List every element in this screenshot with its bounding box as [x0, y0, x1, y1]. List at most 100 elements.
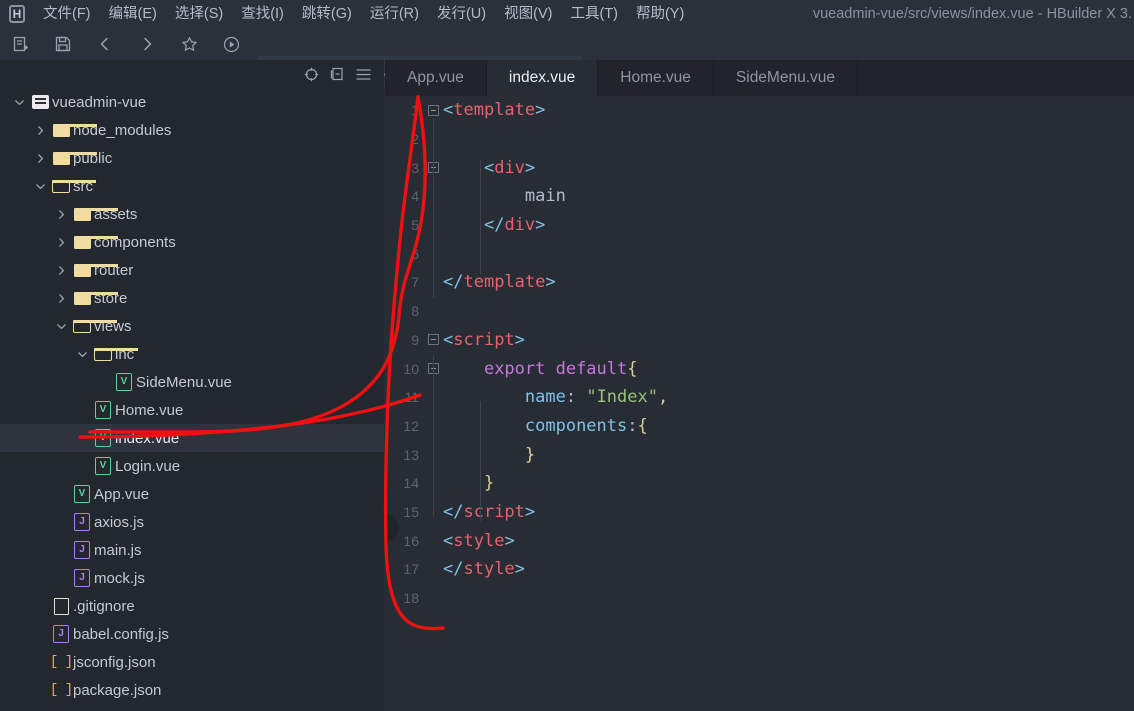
tree-item-main-js[interactable]: Jmain.js: [0, 536, 384, 564]
code-line: 11 name: "Index",: [385, 383, 1134, 412]
code-token: >: [504, 530, 515, 551]
tree-item-sidemenu-vue[interactable]: V SideMenu.vue: [0, 368, 384, 396]
code-editor[interactable]: 1 <template> 2 3 <div> 4 main 5 </div> 6 7 </tem…: [385, 96, 1134, 711]
back-button[interactable]: [84, 28, 126, 60]
tree-item-readme-md[interactable]: M↓README.md: [0, 704, 384, 711]
collapse-all-icon[interactable]: [326, 63, 348, 85]
app-logo: H: [0, 0, 34, 28]
chevron-right-icon[interactable]: [31, 153, 49, 164]
code-text: <template>: [443, 100, 545, 120]
chevron-right-icon[interactable]: [52, 265, 70, 276]
code-text: name: "Index",: [443, 387, 668, 407]
tree-item-vueadmin-vue[interactable]: vueadmin-vue: [0, 88, 384, 116]
chevron-down-icon[interactable]: [52, 321, 70, 332]
editor-tab-index-vue[interactable]: index.vue: [486, 60, 599, 96]
code-token: {: [637, 415, 648, 436]
chevron-right-icon[interactable]: [52, 293, 70, 304]
code-token: export default: [483, 358, 628, 379]
tree-item-app-vue[interactable]: V App.vue: [0, 480, 384, 508]
new-file-button[interactable]: [0, 28, 42, 60]
editor-tab-app-vue[interactable]: App.vue: [385, 60, 487, 96]
tree-item-assets[interactable]: assets: [0, 200, 384, 228]
code-line: 17 </style>: [385, 555, 1134, 584]
locate-target-icon[interactable]: [300, 63, 322, 85]
js-file-icon: J: [70, 569, 94, 587]
menu-publish[interactable]: 发行(U): [428, 0, 495, 28]
code-line: 10 export default{: [385, 354, 1134, 383]
tree-item-login-vue[interactable]: V Login.vue: [0, 452, 384, 480]
code-token: :: [627, 415, 638, 436]
chevron-down-icon[interactable]: [73, 349, 91, 360]
forward-button[interactable]: [126, 28, 168, 60]
menu-help[interactable]: 帮助(Y): [627, 0, 693, 28]
menu-find[interactable]: 查找(I): [232, 0, 293, 28]
menu-file[interactable]: 文件(F): [34, 0, 100, 28]
tree-item-views[interactable]: views: [0, 312, 384, 340]
tree-item-node-modules[interactable]: node_modules: [0, 116, 384, 144]
tree-item-label: Home.vue: [115, 401, 184, 419]
vue-file-icon: V: [91, 457, 115, 475]
tree-item-label: babel.config.js: [73, 625, 169, 643]
fold-toggle-icon[interactable]: [423, 104, 443, 116]
editor-tab-home-vue[interactable]: Home.vue: [598, 60, 714, 96]
menu-select[interactable]: 选择(S): [166, 0, 232, 28]
menu-bar: H 文件(F) 编辑(E) 选择(S) 查找(I) 跳转(G) 运行(R) 发行(U) 视图(…: [0, 0, 1134, 28]
code-token: main: [443, 186, 566, 207]
menu-view[interactable]: 视图(V): [495, 0, 561, 28]
vue-file-icon: V: [91, 429, 115, 447]
menu-tools[interactable]: 工具(T): [561, 0, 627, 28]
run-button[interactable]: [210, 28, 252, 60]
chevron-right-icon[interactable]: [52, 209, 70, 220]
favorite-button[interactable]: [168, 28, 210, 60]
code-token: ,: [657, 387, 669, 408]
code-text: <style>: [443, 531, 515, 551]
tree-item-jsconfig-json[interactable]: [ ] jsconfig.json: [0, 648, 384, 676]
code-token: <: [443, 329, 454, 350]
tree-item-router[interactable]: router: [0, 256, 384, 284]
tree-item-src[interactable]: src: [0, 172, 384, 200]
tree-item-public[interactable]: public: [0, 144, 384, 172]
explorer-header: [0, 60, 384, 88]
tree-item-package-json[interactable]: [ ] package.json: [0, 676, 384, 704]
tree-item-inc[interactable]: inc: [0, 340, 384, 368]
menu-icon[interactable]: [352, 63, 374, 85]
line-number: 4: [411, 188, 419, 205]
chevron-right-icon[interactable]: [52, 237, 70, 248]
line-number: 17: [403, 561, 419, 578]
tree-item-components[interactable]: components: [0, 228, 384, 256]
menu-goto[interactable]: 跳转(G): [293, 0, 361, 28]
tree-item-home-vue[interactable]: V Home.vue: [0, 396, 384, 424]
tree-item-mock-js[interactable]: Jmock.js: [0, 564, 384, 592]
tree-item-axios-js[interactable]: Jaxios.js: [0, 508, 384, 536]
code-line: 16 <style>: [385, 526, 1134, 555]
code-token: template: [463, 272, 546, 293]
tree-item-index-vue[interactable]: Vindex.vue: [0, 424, 384, 452]
line-number: 5: [411, 217, 419, 234]
fold-guide: [433, 118, 434, 298]
editor-tabbar: App.vue index.vue Home.vue SideMenu.vue: [385, 60, 1134, 96]
menu-edit[interactable]: 编辑(E): [100, 0, 166, 28]
line-number: 1: [411, 102, 419, 119]
tree-item-store[interactable]: store: [0, 284, 384, 312]
code-text: </div>: [443, 215, 545, 235]
chevron-down-icon[interactable]: [31, 181, 49, 192]
file-explorer-sidebar: vueadmin-vue node_modules public src assets c…: [0, 60, 384, 711]
fold-toggle-icon[interactable]: [423, 334, 443, 346]
code-token: name: [524, 387, 566, 408]
chevron-right-icon[interactable]: [31, 125, 49, 136]
code-line: 3 <div>: [385, 153, 1134, 182]
code-token: </: [483, 215, 505, 236]
tree-item-babel-config-js[interactable]: Jbabel.config.js: [0, 620, 384, 648]
code-token: >: [545, 272, 556, 293]
editor-tab-sidemenu-vue[interactable]: SideMenu.vue: [713, 60, 858, 96]
save-button[interactable]: [42, 28, 84, 60]
line-number: 18: [403, 590, 419, 607]
tree-item-gitignore[interactable]: .gitignore: [0, 592, 384, 620]
chevron-down-icon[interactable]: [10, 97, 28, 108]
code-token: }: [483, 473, 495, 494]
menu-run[interactable]: 运行(R): [361, 0, 428, 28]
folder-icon: [70, 235, 119, 249]
tree-item-label: .gitignore: [73, 597, 135, 615]
